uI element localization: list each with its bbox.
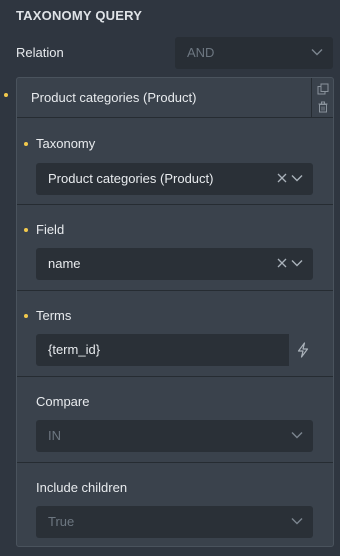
- taxonomy-modified-dot: [24, 142, 28, 146]
- taxonomy-field: Taxonomy Product categories (Product): [17, 119, 333, 205]
- clear-icon[interactable]: [277, 258, 287, 268]
- chevron-down-icon: [291, 432, 303, 439]
- field-label: Field: [36, 222, 65, 237]
- trash-icon[interactable]: [317, 101, 329, 113]
- field-value: name: [48, 256, 81, 271]
- taxonomy-query-group: Product categories (Product) Taxonomy Pr…: [16, 77, 334, 547]
- include-children-label: Include children: [36, 480, 128, 495]
- field-field: Field name: [17, 205, 333, 291]
- field-select[interactable]: name: [36, 248, 313, 280]
- chevron-down-icon: [311, 49, 323, 56]
- relation-select[interactable]: AND: [175, 37, 333, 69]
- compare-value: IN: [48, 428, 61, 443]
- taxonomy-value: Product categories (Product): [48, 171, 214, 186]
- group-header[interactable]: Product categories (Product): [17, 78, 311, 118]
- terms-label: Terms: [36, 308, 72, 323]
- chevron-down-icon: [291, 518, 303, 525]
- compare-field: Compare IN: [17, 377, 333, 463]
- compare-select[interactable]: IN: [36, 420, 313, 452]
- include-children-field: Include children True: [17, 463, 333, 547]
- include-children-select[interactable]: True: [36, 506, 313, 538]
- chevron-down-icon: [291, 260, 303, 267]
- section-title: TAXONOMY QUERY: [16, 8, 143, 23]
- group-modified-dot: [4, 93, 8, 97]
- group-title: Product categories (Product): [31, 90, 197, 105]
- field-modified-dot: [24, 228, 28, 232]
- dynamic-data-icon[interactable]: [296, 342, 310, 358]
- duplicate-icon[interactable]: [317, 83, 329, 95]
- include-children-value: True: [48, 514, 75, 529]
- terms-input[interactable]: {term_id}: [36, 334, 289, 366]
- group-actions: [311, 78, 333, 118]
- chevron-down-icon: [291, 175, 303, 182]
- relation-label: Relation: [16, 45, 64, 60]
- terms-value: {term_id}: [48, 342, 101, 357]
- compare-label: Compare: [36, 394, 90, 409]
- terms-modified-dot: [24, 314, 28, 318]
- relation-row: Relation AND: [16, 37, 333, 69]
- taxonomy-label: Taxonomy: [36, 136, 96, 151]
- terms-field: Terms {term_id}: [17, 291, 333, 377]
- taxonomy-select[interactable]: Product categories (Product): [36, 163, 313, 195]
- clear-icon[interactable]: [277, 173, 287, 183]
- relation-value: AND: [187, 45, 215, 60]
